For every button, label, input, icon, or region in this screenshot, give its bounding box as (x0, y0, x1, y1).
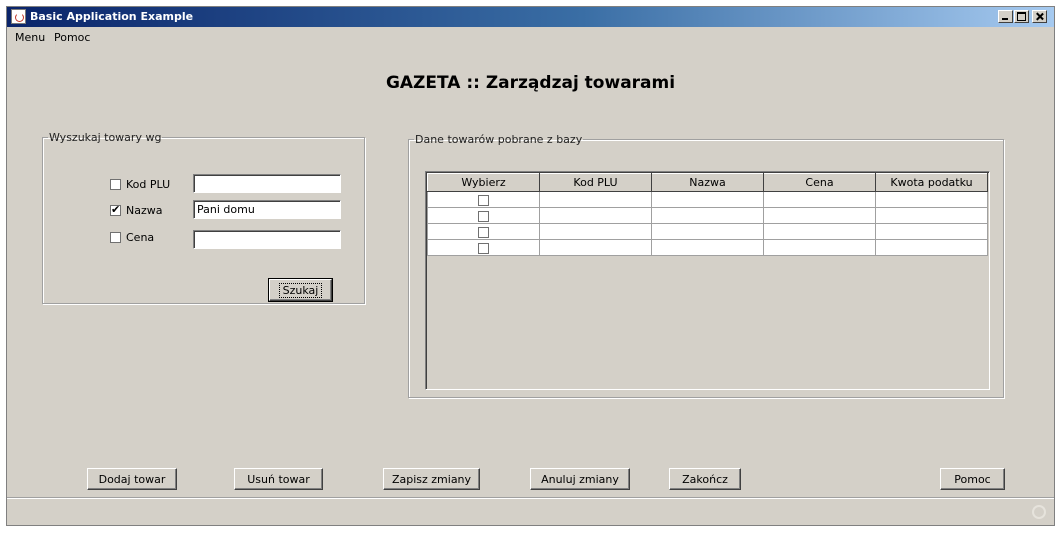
results-panel: Dane towarów pobrane z bazy Wybierz Kod … (408, 133, 1004, 398)
window-title: Basic Application Example (30, 10, 194, 23)
cena-field[interactable] (193, 230, 341, 249)
search-button-label: Szukaj (278, 282, 323, 298)
cena-cell[interactable] (763, 191, 876, 208)
page-title: GAZETA :: Zarządzaj towarami (385, 73, 676, 93)
table-row[interactable] (427, 191, 988, 208)
column-header-kwota-podatku[interactable]: Kwota podatku (875, 173, 988, 192)
status-bar-divider (7, 497, 1054, 498)
row-select-checkbox[interactable] (478, 194, 489, 206)
table-row[interactable] (427, 223, 988, 240)
kod-plu-cell[interactable] (539, 239, 652, 256)
column-header-kod-plu[interactable]: Kod PLU (539, 173, 652, 192)
column-header-wybierz[interactable]: Wybierz (427, 173, 540, 192)
table-row[interactable] (427, 207, 988, 224)
title-bar[interactable]: Basic Application Example (7, 7, 1054, 27)
kwota-podatku-cell[interactable] (875, 207, 988, 224)
nazwa-option[interactable]: Nazwa (110, 202, 162, 218)
menu-menu[interactable]: Menu (15, 31, 45, 44)
row-select-cell[interactable] (427, 239, 540, 256)
cena-option[interactable]: Cena (110, 229, 154, 245)
cena-label: Cena (126, 230, 155, 244)
results-panel-legend: Dane towarów pobrane z bazy (415, 133, 583, 146)
menu-bar: Menu Pomoc (7, 28, 1054, 45)
search-button[interactable]: Szukaj (268, 278, 333, 302)
search-panel-legend: Wyszukaj towary wg (49, 131, 162, 144)
row-select-cell[interactable] (427, 223, 540, 240)
nazwa-label: Nazwa (126, 203, 163, 217)
menu-pomoc[interactable]: Pomoc (54, 31, 90, 44)
minimize-icon (999, 11, 1012, 22)
exit-button[interactable]: Zakończ (669, 468, 741, 490)
maximize-button[interactable] (1014, 10, 1029, 23)
maximize-icon (1015, 11, 1028, 22)
close-icon (1033, 11, 1046, 22)
cena-cell[interactable] (763, 223, 876, 240)
results-table: Wybierz Kod PLU Nazwa Cena Kwota podatku (427, 173, 988, 256)
kwota-podatku-cell[interactable] (875, 239, 988, 256)
kod-plu-label: Kod PLU (126, 177, 171, 191)
kod-plu-cell[interactable] (539, 191, 652, 208)
nazwa-field[interactable] (193, 200, 341, 219)
busy-indicator-icon (1032, 505, 1046, 519)
remove-item-button[interactable]: Usuń towar (234, 468, 323, 490)
row-select-checkbox[interactable] (478, 210, 489, 222)
kod-plu-checkbox[interactable] (110, 178, 121, 190)
nazwa-cell[interactable] (651, 239, 764, 256)
cena-cell[interactable] (763, 239, 876, 256)
row-select-checkbox[interactable] (478, 242, 489, 254)
row-select-cell[interactable] (427, 207, 540, 224)
row-select-checkbox[interactable] (478, 226, 489, 238)
kwota-podatku-cell[interactable] (875, 191, 988, 208)
save-changes-button[interactable]: Zapisz zmiany (383, 468, 480, 490)
cena-checkbox[interactable] (110, 231, 121, 243)
application-window: Basic Application Example Menu Pomoc GAZ… (6, 6, 1055, 526)
results-table-scroll[interactable]: Wybierz Kod PLU Nazwa Cena Kwota podatku (425, 171, 990, 390)
add-item-button[interactable]: Dodaj towar (87, 468, 177, 490)
nazwa-cell[interactable] (651, 223, 764, 240)
nazwa-checkbox[interactable] (110, 203, 121, 217)
kod-plu-option[interactable]: Kod PLU (110, 176, 170, 192)
close-button[interactable] (1032, 10, 1047, 23)
nazwa-cell[interactable] (651, 207, 764, 224)
minimize-button[interactable] (998, 10, 1013, 23)
column-header-nazwa[interactable]: Nazwa (651, 173, 764, 192)
kod-plu-cell[interactable] (539, 207, 652, 224)
row-select-cell[interactable] (427, 191, 540, 208)
kwota-podatku-cell[interactable] (875, 223, 988, 240)
cancel-changes-button[interactable]: Anuluj zmiany (530, 468, 630, 490)
column-header-cena[interactable]: Cena (763, 173, 876, 192)
search-panel: Wyszukaj towary wg Kod PLU Nazwa Cena Sz… (42, 131, 365, 304)
cena-cell[interactable] (763, 207, 876, 224)
nazwa-cell[interactable] (651, 191, 764, 208)
java-coffee-cup-icon[interactable] (11, 9, 26, 24)
table-row[interactable] (427, 239, 988, 256)
kod-plu-field[interactable] (193, 174, 341, 193)
kod-plu-cell[interactable] (539, 223, 652, 240)
help-button[interactable]: Pomoc (940, 468, 1005, 490)
